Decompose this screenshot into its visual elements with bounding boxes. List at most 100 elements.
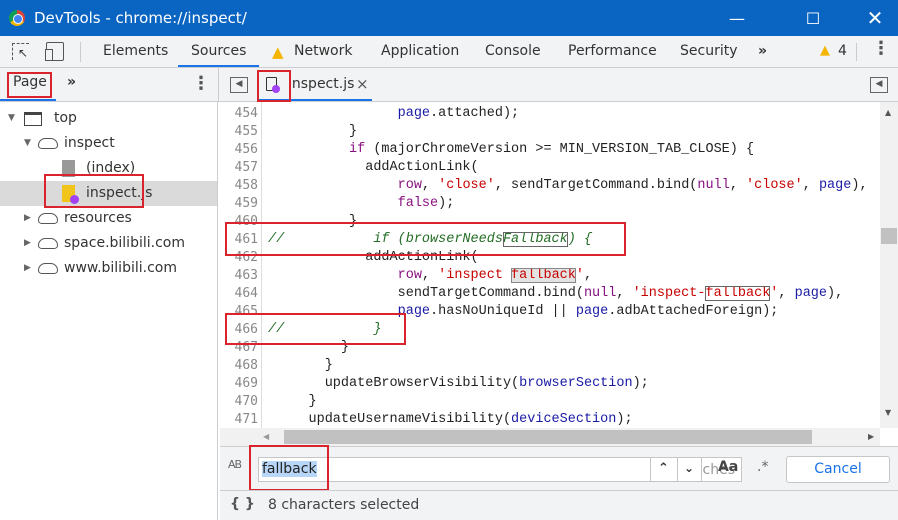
scroll-up-icon[interactable]: ▲ [885,108,891,117]
line-number[interactable]: 459 [220,195,258,213]
tree-item[interactable]: ▶ space.bilibili.com [0,231,217,256]
scroll-right-icon[interactable]: ▶ [868,432,874,441]
navigator-menu-icon[interactable]: ⋮ [192,73,210,94]
close-tab-icon[interactable]: × [356,75,369,93]
line-number[interactable]: 466 [220,321,258,339]
line-number[interactable]: 460 [220,213,258,231]
main-tab-bar: ↖ Elements Sources ▲ Network Application… [0,36,898,68]
match-nav: ⌃ ⌄ [650,457,702,482]
tree-item[interactable]: ▼ inspect [0,131,217,156]
line-number[interactable]: 463 [220,267,258,285]
code-line[interactable]: false); [268,195,455,213]
sources-toolbar: Page » ⋮ ◀ inspect.js × ◀ [0,68,898,102]
tab-elements[interactable]: Elements [101,36,170,67]
line-number[interactable]: 464 [220,285,258,303]
tree-item[interactable]: ▶ www.bilibili.com [0,256,217,281]
more-options-icon[interactable]: ⋮ [872,38,890,59]
search-input-value: fallback [262,461,317,477]
scroll-left-icon[interactable]: ◀ [263,432,269,441]
match-case-button[interactable]: Aa [718,459,738,475]
line-number[interactable]: 467 [220,339,258,357]
code-token: addActionLink( [268,160,479,175]
code-line[interactable]: } [268,213,357,231]
cancel-button[interactable]: Cancel [786,456,890,483]
code-line[interactable]: } [268,123,357,141]
code-line[interactable]: row, 'inspect fallback', [268,267,592,285]
navigator-more-button[interactable]: » [67,74,76,90]
expanded-arrow-icon[interactable]: ▼ [8,106,15,131]
maximize-button[interactable]: ☐ [790,0,836,36]
code-token: browserSection [519,376,633,391]
tree-item[interactable]: (index) [0,156,217,181]
tab-network[interactable]: Network [292,36,354,67]
replace-toggle-icon[interactable]: AB [228,458,242,471]
scroll-down-icon[interactable]: ▼ [885,408,891,417]
more-tabs-button[interactable]: » [756,36,769,67]
tree-item[interactable]: inspect.js [0,181,217,206]
tab-performance[interactable]: Performance [566,36,659,67]
scrollbar-thumb[interactable] [284,430,812,444]
pretty-print-icon[interactable]: { } [230,496,255,512]
close-window-button[interactable]: ✕ [852,0,898,36]
code-line[interactable]: addActionLink( [268,249,478,267]
tab-console[interactable]: Console [483,36,543,67]
code-line[interactable]: updateBrowserVisibility(browserSection); [268,375,649,393]
next-match-button[interactable]: ⌄ [684,461,694,475]
code-line[interactable]: page.hasNoUniqueId || page.adbAttachedFo… [268,303,779,321]
line-number[interactable]: 470 [220,393,258,411]
chrome-logo-icon [9,10,25,26]
code-line[interactable]: } [268,357,333,375]
tree-item[interactable]: ▶ resources [0,206,217,231]
line-number[interactable]: 471 [220,411,258,428]
line-number[interactable]: 465 [220,303,258,321]
code-token: } [268,394,317,409]
code-line[interactable]: } [268,393,317,411]
regex-button[interactable]: .* [757,459,768,475]
code-line[interactable]: } [268,339,349,357]
inspect-element-icon[interactable]: ↖ [12,43,29,60]
line-number[interactable]: 456 [220,141,258,159]
toggle-debugger-icon[interactable]: ◀ [870,77,888,93]
code-editor[interactable]: 454 455 456 457 458 459 460 461 462 463 464 465 466 4… [220,102,880,428]
code-token: } [268,214,358,229]
line-number[interactable]: 458 [220,177,258,195]
line-number[interactable]: 469 [220,375,258,393]
code-line[interactable]: updateUsernameVisibility(deviceSection); [268,411,633,428]
toggle-navigator-icon[interactable]: ◀ [230,77,248,93]
expanded-arrow-icon[interactable]: ▼ [24,131,31,156]
code-line[interactable]: sendTargetCommand.bind(null, 'inspect-fa… [268,285,843,303]
code-line[interactable]: row, 'close', sendTargetCommand.bind(nul… [268,177,868,195]
line-number[interactable]: 454 [220,105,258,123]
code-line[interactable]: // if (browserNeedsFallback) { [268,231,592,249]
warning-count[interactable]: 4 [836,36,849,67]
collapsed-arrow-icon[interactable]: ▶ [24,231,31,256]
line-number[interactable]: 457 [220,159,258,177]
code-token: page [397,304,431,319]
line-number[interactable]: 455 [220,123,258,141]
collapsed-arrow-icon[interactable]: ▶ [24,256,31,281]
tab-sources[interactable]: Sources [178,36,260,67]
code-line[interactable]: page.attached); [268,105,520,123]
line-number[interactable]: 461 [220,231,258,249]
tree-item-label: top [54,110,77,126]
scrollbar-thumb[interactable] [881,228,897,244]
tab-security[interactable]: Security [678,36,740,67]
horizontal-scrollbar[interactable]: ◀ ▶ [220,428,880,446]
line-number[interactable]: 462 [220,249,258,267]
collapsed-arrow-icon[interactable]: ▶ [24,206,31,231]
previous-match-button[interactable]: ⌃ [658,461,669,476]
minimize-button[interactable]: — [714,0,760,36]
status-bar: { } 8 characters selected [220,490,898,520]
divider [677,457,678,482]
code-token: row [397,178,422,193]
tab-application[interactable]: Application [379,36,461,67]
code-line[interactable]: if (majorChromeVersion >= MIN_VERSION_TA… [268,141,754,159]
code-line[interactable]: // } [268,321,381,339]
navigator-tab-page[interactable]: Page [13,74,47,90]
device-toolbar-icon[interactable] [45,42,64,61]
editor-tab-label[interactable]: inspect.js [288,76,354,92]
tree-item[interactable]: ▼ top [0,106,217,131]
vertical-scrollbar[interactable]: ▲ ▼ [880,102,898,428]
code-line[interactable]: addActionLink( [268,159,479,177]
line-number[interactable]: 468 [220,357,258,375]
